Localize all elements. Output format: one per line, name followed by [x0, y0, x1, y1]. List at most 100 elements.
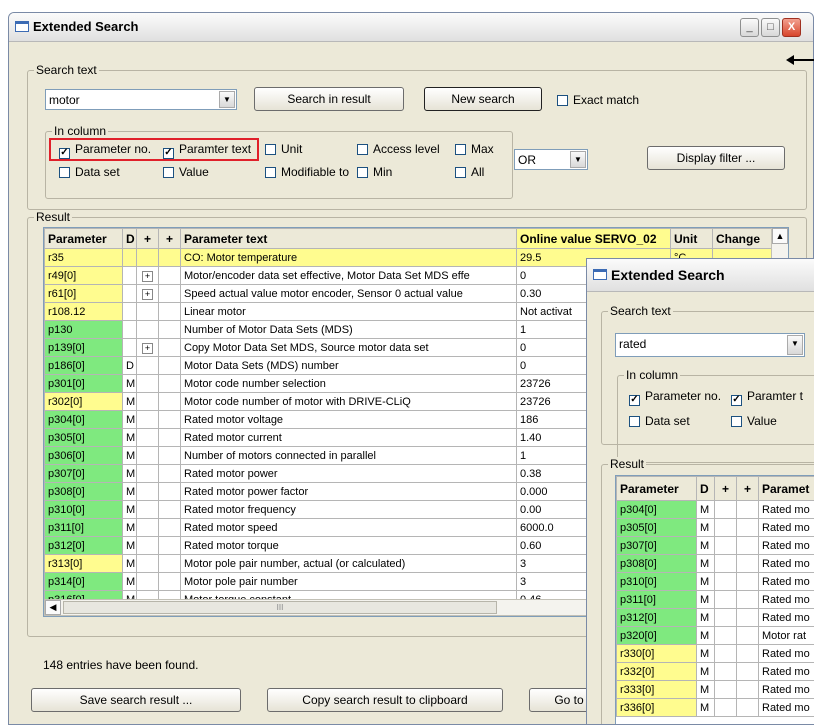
cell-parameter[interactable]: p308[0] [616, 554, 697, 573]
exact-match-checkbox[interactable]: Exact match [557, 93, 639, 107]
cell-parameter[interactable]: r313[0] [44, 554, 123, 573]
value-box[interactable] [163, 167, 174, 178]
modifiable-to-box[interactable] [265, 167, 276, 178]
cell-plus[interactable] [136, 392, 159, 411]
max-checkbox[interactable]: Max [455, 142, 494, 156]
scroll-left-icon[interactable]: ◀ [45, 600, 61, 615]
second-col-plus-1[interactable]: + [714, 476, 737, 501]
second-param-no-checkbox[interactable]: ✓ Parameter no. [629, 389, 721, 406]
second-col-plus-2[interactable]: + [736, 476, 759, 501]
cell-plus[interactable] [136, 320, 159, 339]
cell-parameter[interactable]: p301[0] [44, 374, 123, 393]
save-search-result-button[interactable]: Save search result ... [31, 688, 241, 712]
dropdown-arrow-icon[interactable]: ▼ [570, 151, 586, 168]
cell-parameter[interactable]: p312[0] [616, 608, 697, 627]
cell-parameter[interactable]: p310[0] [616, 572, 697, 591]
second-value-box[interactable] [731, 416, 742, 427]
cell-plus[interactable] [136, 356, 159, 375]
cell-parameter[interactable]: r61[0] [44, 284, 123, 303]
second-param-text-box[interactable]: ✓ [731, 395, 742, 406]
cell-plus[interactable] [136, 518, 159, 537]
cell-plus[interactable] [136, 536, 159, 555]
data-set-checkbox[interactable]: Data set [59, 165, 120, 179]
cell-parameter[interactable]: p139[0] [44, 338, 123, 357]
cell-plus[interactable] [136, 410, 159, 429]
second-param-no-box[interactable]: ✓ [629, 395, 640, 406]
dropdown-arrow-icon[interactable]: ▼ [787, 335, 803, 355]
cell-parameter[interactable]: r49[0] [44, 266, 123, 285]
unit-checkbox[interactable]: Unit [265, 142, 302, 156]
data-set-box[interactable] [59, 167, 70, 178]
col-unit[interactable]: Unit [670, 228, 713, 249]
cell-parameter[interactable]: p306[0] [44, 446, 123, 465]
new-search-button[interactable]: New search [424, 87, 542, 111]
table-row[interactable]: p308[0] M Rated mo [616, 554, 814, 573]
cell-parameter[interactable]: p304[0] [44, 410, 123, 429]
table-row[interactable]: p310[0] M Rated mo [616, 572, 814, 591]
hscroll-thumb[interactable]: III [63, 601, 497, 614]
access-level-checkbox[interactable]: Access level [357, 142, 440, 156]
second-data-set-box[interactable] [629, 416, 640, 427]
expand-icon[interactable]: + [142, 270, 153, 282]
main-title-bar[interactable]: Extended Search _ □ X [9, 13, 813, 42]
cell-plus[interactable] [136, 572, 159, 591]
minimize-icon[interactable]: _ [740, 18, 759, 37]
cell-plus[interactable] [136, 482, 159, 501]
param-text-checkbox[interactable]: ✓ Paramter text [163, 142, 251, 159]
param-no-box[interactable]: ✓ [59, 148, 70, 159]
cell-parameter[interactable]: p307[0] [44, 464, 123, 483]
cell-parameter[interactable]: p130 [44, 320, 123, 339]
all-checkbox[interactable]: All [455, 165, 484, 179]
second-col-parameter-text[interactable]: Paramet [758, 476, 814, 501]
col-parameter[interactable]: Parameter [44, 228, 123, 249]
col-plus-2[interactable]: + [158, 228, 181, 249]
cell-plus[interactable] [136, 446, 159, 465]
param-text-box[interactable]: ✓ [163, 148, 174, 159]
cell-parameter[interactable]: p308[0] [44, 482, 123, 501]
second-col-parameter[interactable]: Parameter [616, 476, 697, 501]
cell-plus[interactable] [136, 302, 159, 321]
cell-parameter[interactable]: r336[0] [616, 698, 697, 717]
search-in-result-button[interactable]: Search in result [254, 87, 404, 111]
table-row[interactable]: p312[0] M Rated mo [616, 608, 814, 627]
cell-plus[interactable]: + [136, 338, 159, 357]
cell-plus[interactable]: + [136, 284, 159, 303]
cell-parameter[interactable]: p312[0] [44, 536, 123, 555]
display-filter-button[interactable]: Display filter ... [647, 146, 785, 170]
table-row[interactable]: p311[0] M Rated mo [616, 590, 814, 609]
cell-parameter[interactable]: p305[0] [44, 428, 123, 447]
access-level-box[interactable] [357, 144, 368, 155]
col-plus-1[interactable]: + [136, 228, 159, 249]
table-row[interactable]: p307[0] M Rated mo [616, 536, 814, 555]
col-change[interactable]: Change [712, 228, 773, 249]
logic-select[interactable]: OR ▼ [514, 149, 588, 170]
exact-match-box[interactable] [557, 95, 568, 106]
cell-plus[interactable] [136, 500, 159, 519]
cell-parameter[interactable]: r108.12 [44, 302, 123, 321]
min-checkbox[interactable]: Min [357, 165, 392, 179]
second-title-bar[interactable]: Extended Search [587, 259, 814, 292]
cell-parameter[interactable]: r330[0] [616, 644, 697, 663]
cell-plus[interactable]: + [136, 266, 159, 285]
param-no-checkbox[interactable]: ✓ Parameter no. [59, 142, 151, 159]
second-value-checkbox[interactable]: Value [731, 414, 777, 428]
cell-parameter[interactable]: p304[0] [616, 500, 697, 519]
second-param-text-checkbox[interactable]: ✓ Paramter t [731, 389, 803, 406]
cell-parameter[interactable]: p311[0] [44, 518, 123, 537]
table-row[interactable]: r333[0] M Rated mo [616, 680, 814, 699]
table-row[interactable]: r336[0] M Rated mo [616, 698, 814, 717]
col-parameter-text[interactable]: Parameter text [180, 228, 517, 249]
copy-to-clipboard-button[interactable]: Copy search result to clipboard [267, 688, 503, 712]
second-data-set-checkbox[interactable]: Data set [629, 414, 690, 428]
max-box[interactable] [455, 144, 466, 155]
cell-parameter[interactable]: r332[0] [616, 662, 697, 681]
cell-parameter[interactable]: p320[0] [616, 626, 697, 645]
cell-parameter[interactable]: r302[0] [44, 392, 123, 411]
cell-parameter[interactable]: p307[0] [616, 536, 697, 555]
second-col-d[interactable]: D [696, 476, 715, 501]
search-input[interactable]: motor ▼ [45, 89, 237, 110]
cell-parameter[interactable]: p305[0] [616, 518, 697, 537]
cell-parameter[interactable]: p311[0] [616, 590, 697, 609]
second-search-input[interactable]: rated ▼ [615, 333, 805, 357]
cell-plus[interactable] [136, 464, 159, 483]
